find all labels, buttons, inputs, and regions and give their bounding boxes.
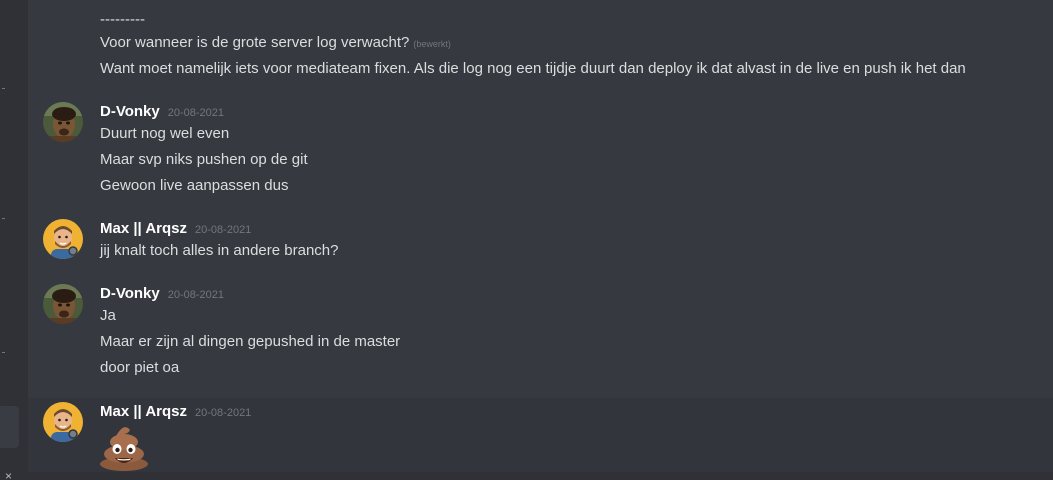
message-list: --------- Voor wanneer is de grote serve… (28, 0, 1053, 480)
username[interactable]: Max || Arqsz (100, 403, 187, 420)
timestamp: 20-08-2021 (195, 224, 252, 236)
message-text: Maar er zijn al dingen gepushed in de ma… (100, 333, 401, 350)
message-header: Max || Arqsz 20-08-2021 (100, 219, 251, 240)
edited-tag: (bewerkt) (413, 39, 451, 49)
message-composer-edge (28, 472, 1053, 480)
sidebar-marker (2, 88, 5, 89)
timestamp: 20-08-2021 (195, 407, 252, 419)
message-text: Maar svp niks pushen op de git (100, 151, 308, 168)
sidebar-marker (2, 218, 5, 219)
app-window: × --------- Voor wanneer is de grote ser… (0, 0, 1053, 480)
message-text: door piet oa (100, 359, 180, 376)
message-header: D-Vonky 20-08-2021 (100, 102, 224, 123)
avatar[interactable] (43, 219, 83, 259)
message-text: Duurt nog wel even (100, 125, 230, 142)
timestamp: 20-08-2021 (167, 107, 225, 119)
username[interactable]: Max || Arqsz (100, 220, 187, 237)
sidebar-marker (2, 352, 5, 353)
pile-of-poo-icon (98, 420, 150, 472)
message-separator: --------- (100, 11, 145, 28)
message-text: Voor wanneer is de grote server log verw… (100, 33, 451, 54)
timestamp: 20-08-2021 (167, 289, 225, 301)
channel-sidebar: × (0, 0, 28, 480)
username[interactable]: D-Vonky (100, 285, 160, 302)
message-text: Gewoon live aanpassen dus (100, 177, 289, 194)
message-text: Want moet namelijk iets voor mediateam f… (100, 60, 966, 77)
avatar[interactable] (43, 284, 83, 324)
avatar[interactable] (43, 102, 83, 142)
close-icon[interactable]: × (5, 470, 12, 480)
message-text: jij knalt toch alles in andere branch? (100, 242, 339, 259)
message-text: Ja (100, 307, 116, 324)
message-header: D-Vonky 20-08-2021 (100, 284, 224, 305)
avatar[interactable] (43, 402, 83, 442)
message-line: Voor wanneer is de grote server log verw… (100, 34, 410, 51)
username[interactable]: D-Vonky (100, 103, 160, 120)
sidebar-selected-item[interactable] (0, 406, 19, 448)
